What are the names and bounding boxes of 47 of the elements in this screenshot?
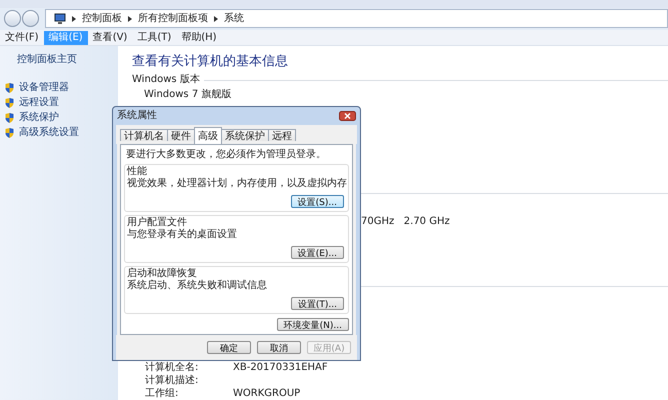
back-forward-buttons[interactable] xyxy=(4,10,39,28)
dialog-button[interactable]: 取消 xyxy=(257,341,301,354)
info-label: 计算机描述: xyxy=(145,375,200,387)
address-bar[interactable]: 控制面板 所有控制面板项 系统 xyxy=(45,9,668,28)
menu-item[interactable]: 帮助(H) xyxy=(176,30,222,44)
group-title: 启动和故障恢复 xyxy=(127,268,198,280)
group-description: 视觉效果，处理器计划，内存使用，以及虚拟内存 xyxy=(127,178,346,190)
dialog-title: 系统属性 xyxy=(117,110,157,122)
settings-button[interactable]: 设置(T)... xyxy=(290,297,344,310)
settings-button[interactable]: 设置(S)... xyxy=(290,195,344,208)
tab[interactable]: 高级 xyxy=(194,127,222,144)
menu-item[interactable]: 文件(F) xyxy=(0,30,44,44)
settings-button[interactable]: 设置(E)... xyxy=(290,246,344,259)
menu-item[interactable]: 工具(T) xyxy=(132,30,176,44)
shield-icon xyxy=(5,82,14,92)
chevron-icon xyxy=(72,16,76,22)
environment-variables-button[interactable]: 环境变量(N)... xyxy=(276,318,349,331)
group-title: 性能 xyxy=(127,166,148,178)
sidebar-link[interactable]: 高级系统设置 xyxy=(19,126,79,138)
sidebar-link[interactable]: 远程设置 xyxy=(19,96,59,108)
group-title: 用户配置文件 xyxy=(127,217,188,228)
info-value: WORKGROUP xyxy=(233,388,300,400)
page-heading: 查看有关计算机的基本信息 xyxy=(132,54,289,70)
group-description: 系统启动、系统失败和调试信息 xyxy=(127,280,268,292)
chevron-icon xyxy=(214,16,218,22)
breadcrumb-item[interactable]: 控制面板 xyxy=(82,12,122,25)
chevron-icon xyxy=(128,16,132,22)
group-description: 与您登录有关的桌面设置 xyxy=(127,229,238,241)
info-label: 工作组: xyxy=(145,388,180,400)
sidebar-home-link[interactable]: 控制面板主页 xyxy=(17,54,118,66)
shield-icon xyxy=(5,112,14,122)
menu-item[interactable]: 查看(V) xyxy=(88,30,132,44)
shield-icon xyxy=(5,128,14,138)
breadcrumb-item[interactable]: 所有控制面板项 xyxy=(138,12,208,25)
breadcrumb-item[interactable]: 系统 xyxy=(224,12,244,25)
dialog-button[interactable]: 确定 xyxy=(207,341,251,354)
sidebar-link[interactable]: 设备管理器 xyxy=(19,82,69,94)
sidebar-link[interactable]: 系统保护 xyxy=(19,112,59,124)
section-title: Windows 版本 xyxy=(132,74,200,86)
info-value: XB-20170331EHAF xyxy=(233,362,328,374)
edition-text: Windows 7 旗舰版 xyxy=(144,89,232,101)
notice-text: 要进行大多数更改，您必须作为管理员登录。 xyxy=(126,149,327,161)
close-icon[interactable] xyxy=(339,111,356,121)
computer-icon xyxy=(54,13,66,24)
shield-icon xyxy=(5,98,14,108)
processor-text: 70GHz 2.70 GHz xyxy=(361,216,451,228)
info-label: 计算机全名: xyxy=(145,362,200,374)
